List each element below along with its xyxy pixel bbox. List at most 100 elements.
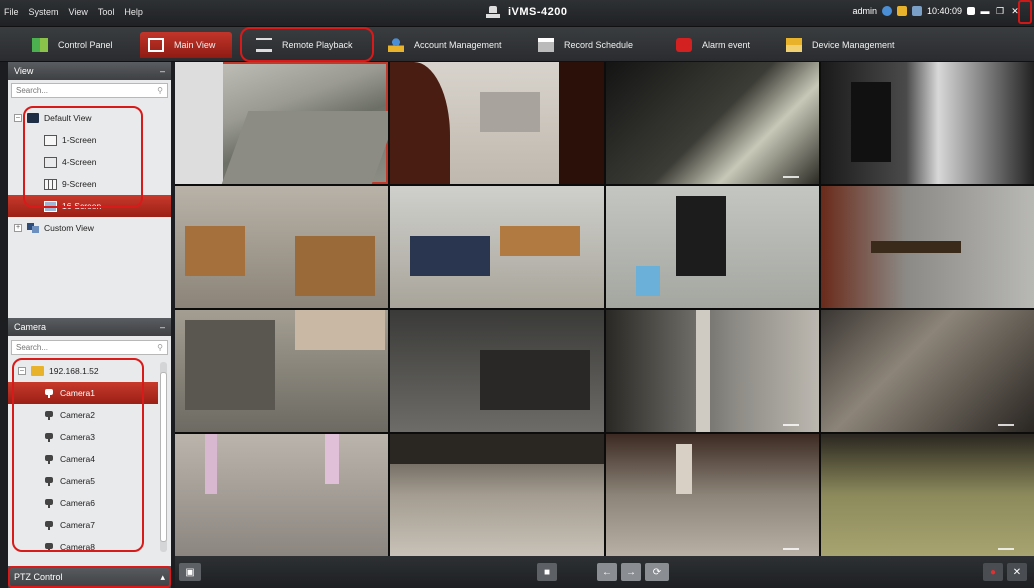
camera-tree: – 192.168.1.52 Camera1 Camera2 Camera3 C… [8, 360, 158, 558]
stop-all-icon[interactable]: ■ [537, 563, 557, 581]
playback-toolbar: ▣ ■ ← → ⟳ ● ✕ [175, 556, 1034, 588]
tab-label: Main View [174, 40, 216, 50]
tab-account-management[interactable]: Account Management [380, 32, 510, 58]
video-tile[interactable] [820, 434, 1034, 556]
collapse-icon[interactable]: – [160, 66, 165, 76]
tab-label: Control Panel [58, 40, 113, 50]
camera-panel-header[interactable]: Camera – [8, 318, 171, 336]
view-item-9-screen[interactable]: 9-Screen [8, 173, 171, 195]
view-item-1-screen[interactable]: 1-Screen [8, 129, 171, 151]
lock-icon[interactable] [896, 6, 907, 16]
tab-alarm-event[interactable]: Alarm event [668, 32, 758, 58]
tree-label: Camera5 [60, 476, 95, 486]
camera-item[interactable]: Camera5 [8, 470, 158, 492]
video-tile[interactable] [390, 434, 604, 556]
alarm-event-icon [676, 38, 692, 52]
video-tile[interactable] [175, 310, 389, 432]
tree-label: Camera7 [60, 520, 95, 530]
camera-item[interactable]: Camera8 [8, 536, 158, 558]
next-page-icon[interactable]: → [621, 563, 641, 581]
camera-icon [44, 498, 55, 509]
view-search-input[interactable] [16, 86, 136, 95]
camera-item[interactable]: Camera2 [8, 404, 158, 426]
layout-menu-icon[interactable]: ▣ [179, 563, 201, 581]
video-tile[interactable] [820, 62, 1034, 184]
user-icon[interactable] [881, 6, 892, 16]
user-name: admin [852, 6, 877, 16]
video-tile[interactable] [605, 434, 819, 556]
camera-search-input[interactable] [16, 343, 136, 352]
tree-label: 192.168.1.52 [49, 366, 99, 376]
view-panel-title: View [14, 66, 34, 76]
tab-device-management[interactable]: Device Management [778, 32, 903, 58]
tab-remote-playback[interactable]: Remote Playback [248, 32, 361, 58]
menu-view[interactable]: View [69, 7, 88, 17]
tree-node-default-view[interactable]: – Default View [8, 107, 171, 129]
tab-record-schedule[interactable]: Record Schedule [530, 32, 641, 58]
camera-scrollbar[interactable] [160, 362, 167, 552]
view-panel-header[interactable]: View – [8, 62, 171, 80]
camera-item[interactable]: Camera1 [8, 382, 158, 404]
tree-label: Camera4 [60, 454, 95, 464]
restore-icon[interactable]: ❐ [995, 6, 1005, 16]
collapse-icon[interactable]: – [160, 322, 165, 332]
video-tile[interactable] [175, 434, 389, 556]
video-tile[interactable] [605, 186, 819, 308]
camera-icon [44, 542, 55, 553]
minimize-icon[interactable]: ▬ [980, 6, 990, 16]
camera-icon [44, 410, 55, 421]
menu-toggle-icon[interactable] [967, 7, 975, 15]
camera-item[interactable]: Camera3 [8, 426, 158, 448]
refresh-icon[interactable]: ⟳ [645, 563, 669, 581]
collapse-toggle-icon[interactable]: – [18, 367, 26, 375]
menu-help[interactable]: Help [124, 7, 143, 17]
view-item-16-screen[interactable]: 16-Screen [8, 195, 171, 217]
clock-time: 10:40:09 [926, 6, 962, 16]
camera-item[interactable]: Camera4 [8, 448, 158, 470]
video-tile[interactable] [605, 62, 819, 184]
expand-toggle-icon[interactable]: + [14, 224, 22, 232]
video-tile[interactable] [820, 186, 1034, 308]
camera-icon [44, 454, 55, 465]
device-management-icon [786, 38, 802, 52]
collapse-toggle-icon[interactable]: – [14, 114, 22, 122]
video-tile[interactable] [175, 186, 389, 308]
fullscreen-icon[interactable]: ✕ [1007, 563, 1027, 581]
video-tile[interactable] [390, 310, 604, 432]
system-info: admin 10:40:09 ▬ ❐ ✕ [852, 6, 1020, 16]
main-view-icon [148, 38, 164, 52]
menu-file[interactable]: File [4, 7, 19, 17]
tab-control-panel[interactable]: Control Panel [24, 32, 121, 58]
sixteen-screen-icon [44, 200, 57, 212]
tree-label: 4-Screen [62, 157, 97, 167]
tree-label: Camera6 [60, 498, 95, 508]
camera-item[interactable]: Camera7 [8, 514, 158, 536]
search-icon[interactable]: ⚲ [157, 86, 163, 95]
camera-search: ⚲ [11, 340, 168, 355]
tree-label: Camera8 [60, 542, 95, 552]
expand-icon[interactable]: ▴ [160, 572, 165, 583]
tree-node-device[interactable]: – 192.168.1.52 [8, 360, 158, 382]
video-tile[interactable] [390, 186, 604, 308]
search-icon[interactable]: ⚲ [157, 343, 163, 352]
scroll-thumb[interactable] [160, 372, 167, 542]
record-icon[interactable]: ● [983, 563, 1003, 581]
tree-label: Camera3 [60, 432, 95, 442]
menu-system[interactable]: System [29, 7, 59, 17]
tree-node-custom-view[interactable]: + Custom View [8, 217, 171, 239]
video-tile[interactable] [390, 62, 604, 184]
tree-label: Custom View [44, 223, 94, 233]
record-schedule-icon [538, 38, 554, 52]
camera-item[interactable]: Camera6 [8, 492, 158, 514]
video-tile[interactable] [820, 310, 1034, 432]
ptz-control-header[interactable]: PTZ Control ▴ [8, 566, 171, 588]
previous-page-icon[interactable]: ← [597, 563, 617, 581]
remote-playback-icon [256, 38, 272, 52]
menu-tool[interactable]: Tool [98, 7, 115, 17]
video-tile[interactable] [175, 62, 389, 184]
tab-label: Record Schedule [564, 40, 634, 50]
tab-main-view[interactable]: Main View [140, 32, 232, 58]
monitor-icon[interactable] [911, 6, 922, 16]
view-item-4-screen[interactable]: 4-Screen [8, 151, 171, 173]
video-tile[interactable] [605, 310, 819, 432]
